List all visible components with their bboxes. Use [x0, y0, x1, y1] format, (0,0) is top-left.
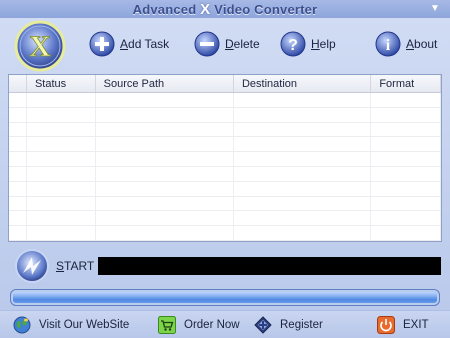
column-header-format[interactable]: Format	[371, 75, 441, 92]
table-row[interactable]	[9, 137, 441, 153]
title-bar[interactable]: Advanced X Video Converter ▼	[0, 0, 450, 18]
question-icon: ?	[280, 31, 306, 57]
svg-text:i: i	[386, 37, 391, 54]
app-window: Advanced X Video Converter ▼ X Add Task	[0, 0, 450, 338]
about-button[interactable]: i About	[375, 30, 437, 58]
minimize-button[interactable]: ▼	[428, 3, 442, 15]
title-text-before: Advanced	[132, 2, 201, 17]
visit-website-button[interactable]: Visit Our WebSite	[13, 316, 129, 334]
column-header-destination[interactable]: Destination	[234, 75, 372, 92]
table-row[interactable]	[9, 152, 441, 167]
delete-button[interactable]: Delete	[194, 30, 260, 58]
task-table[interactable]: Status Source Path Destination Format	[8, 74, 442, 242]
delete-label: Delete	[225, 37, 260, 51]
help-button[interactable]: ? Help	[280, 30, 336, 58]
progress-bar	[10, 289, 440, 306]
table-body[interactable]	[9, 93, 441, 241]
cart-icon	[158, 316, 176, 334]
exit-label: EXIT	[403, 319, 429, 331]
start-label-rest: TART	[64, 259, 95, 273]
table-row[interactable]	[9, 226, 441, 241]
exit-button[interactable]: EXIT	[377, 316, 429, 334]
start-label-first: S	[56, 259, 65, 273]
globe-icon	[13, 316, 31, 334]
add-task-button[interactable]: Add Task	[89, 30, 169, 58]
title-text-x: X	[200, 1, 211, 18]
visit-website-label: Visit Our WebSite	[39, 319, 130, 331]
table-row[interactable]	[9, 181, 441, 197]
column-header-source-path[interactable]: Source Path	[96, 75, 234, 92]
column-header-status[interactable]: Status	[27, 75, 96, 92]
register-icon	[254, 316, 272, 334]
power-icon	[377, 316, 395, 334]
help-label: Help	[311, 37, 336, 51]
table-row[interactable]	[9, 211, 441, 227]
minus-icon	[194, 31, 220, 57]
window-title: Advanced X Video Converter	[0, 1, 450, 18]
start-icon[interactable]	[14, 248, 50, 284]
table-header: Status Source Path Destination Format	[9, 75, 441, 93]
table-row[interactable]	[9, 107, 441, 123]
register-button[interactable]: Register	[254, 316, 323, 334]
order-now-label: Order Now	[184, 319, 240, 331]
start-button[interactable]: START	[56, 259, 94, 273]
x-logo-icon: X	[14, 20, 66, 72]
table-row[interactable]	[9, 122, 441, 138]
column-header-select[interactable]	[9, 75, 27, 92]
plus-icon	[89, 31, 115, 57]
status-display	[98, 257, 441, 275]
register-label: Register	[280, 319, 323, 331]
svg-text:?: ?	[288, 37, 298, 54]
order-now-button[interactable]: Order Now	[158, 316, 240, 334]
bottom-bar: Visit Our WebSite Order Now Register EXI…	[0, 310, 450, 338]
title-text-after: Video Converter	[210, 2, 318, 17]
add-task-label: Add Task	[120, 37, 170, 51]
table-row[interactable]	[9, 93, 441, 108]
table-row[interactable]	[9, 196, 441, 212]
svg-text:X: X	[29, 30, 51, 63]
about-label: About	[406, 37, 438, 51]
table-row[interactable]	[9, 166, 441, 182]
info-icon: i	[375, 31, 401, 57]
